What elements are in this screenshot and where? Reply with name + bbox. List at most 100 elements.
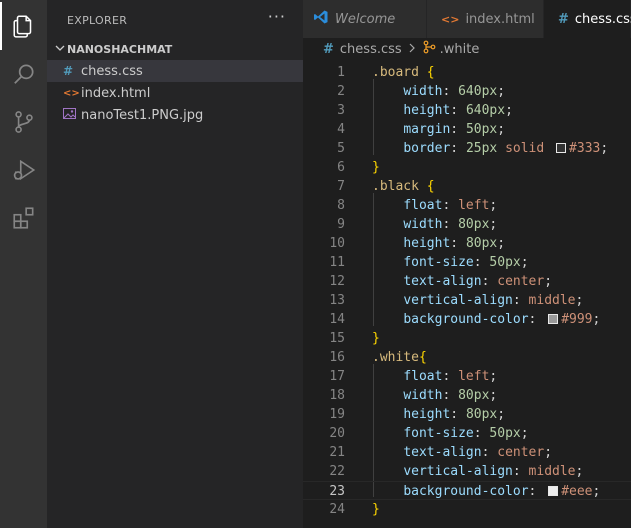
code-line[interactable]: 12 text-align: center; (303, 272, 631, 291)
code-text: vertical-align: middle; (403, 464, 584, 479)
code-line[interactable]: 7 .black { (303, 177, 631, 196)
code-line[interactable]: 15} (303, 329, 631, 348)
code-line[interactable]: 18 width: 80px; (303, 386, 631, 405)
selector-symbol-icon (422, 40, 436, 58)
line-number: 11 (329, 255, 345, 270)
line-number: 18 (329, 388, 345, 403)
code-text: text-align: center; (403, 445, 553, 460)
code-line[interactable]: 19 height: 80px; (303, 405, 631, 424)
line-number: 5 (337, 141, 345, 156)
color-swatch[interactable] (556, 143, 567, 153)
code-line[interactable]: 13 vertical-align: middle; (303, 291, 631, 310)
code-line[interactable]: 3 height: 640px; (303, 101, 631, 120)
code-line[interactable]: 10 height: 80px; (303, 234, 631, 253)
css-file-icon: # (63, 64, 74, 78)
line-number: 21 (329, 445, 345, 460)
css-file-icon: # (558, 11, 569, 27)
code-line[interactable]: 14 background-color: #999; (303, 310, 631, 329)
more-actions-button[interactable]: ··· (268, 7, 286, 26)
code-text: width: 80px; (403, 388, 498, 403)
line-number: 8 (337, 198, 345, 213)
run-debug-icon[interactable] (0, 146, 47, 194)
file-item-index-html[interactable]: <> index.html (47, 82, 303, 104)
explorer-sidebar: EXPLORER ··· NANOSHACHMAT # chess.css <>… (47, 0, 303, 528)
code-line[interactable]: 20 font-size: 50px; (303, 424, 631, 443)
tab-label: Welcome (335, 11, 396, 27)
html-file-icon: <> (441, 12, 460, 26)
tab-label: index.html (465, 11, 535, 27)
code-line[interactable]: 4 margin: 50px; (303, 120, 631, 139)
code-text: text-align: center; (403, 274, 553, 289)
code-line[interactable]: 22 vertical-align: middle; (303, 462, 631, 481)
code-text: background-color: #eee; (403, 484, 601, 499)
code-line[interactable]: 17 float: left; (303, 367, 631, 386)
code-line[interactable]: 8 float: left; (303, 196, 631, 215)
line-number: 19 (329, 407, 345, 422)
code-text: border: 25px solid #333; (403, 141, 609, 156)
search-icon[interactable] (0, 50, 47, 98)
code-text: vertical-align: middle; (403, 293, 584, 308)
image-file-icon (63, 108, 81, 122)
code-line[interactable]: 1 .board { (303, 63, 631, 82)
code-text: .board { (372, 65, 435, 80)
file-name: index.html (81, 85, 151, 101)
code-text: font-size: 50px; (403, 255, 529, 270)
file-name: chess.css (81, 63, 143, 79)
code-text: .white{ (372, 350, 427, 365)
tab-label: chess.css (574, 11, 631, 27)
breadcrumb: # chess.css .white (303, 38, 631, 60)
color-swatch[interactable] (548, 486, 559, 496)
code-text: } (372, 502, 380, 517)
line-number: 12 (329, 274, 345, 289)
line-number: 23 (329, 484, 345, 499)
line-number: 10 (329, 236, 345, 251)
code-text: width: 640px; (403, 84, 506, 99)
code-text: float: left; (403, 198, 498, 213)
tab-chess-css[interactable]: # chess.css (544, 0, 631, 38)
code-editor[interactable]: 1 .board { 2 width: 640px; 3 height: 640px;… (303, 60, 631, 528)
folder-row[interactable]: NANOSHACHMAT (47, 39, 303, 59)
code-line[interactable]: 16 .white{ (303, 348, 631, 367)
code-line[interactable]: 21 text-align: center; (303, 443, 631, 462)
code-line[interactable]: 24} (303, 500, 631, 519)
html-file-icon: <> (63, 87, 80, 99)
line-number: 15 (329, 331, 345, 346)
explorer-icon[interactable] (0, 2, 47, 50)
line-number: 6 (337, 160, 345, 175)
code-text: } (372, 331, 380, 346)
tab-welcome[interactable]: Welcome (303, 0, 427, 38)
code-line[interactable]: 9 width: 80px; (303, 215, 631, 234)
code-text: height: 80px; (403, 407, 506, 422)
code-text: background-color: #999; (403, 312, 601, 327)
line-number: 24 (329, 502, 345, 517)
line-number: 17 (329, 369, 345, 384)
extensions-icon[interactable] (0, 194, 47, 242)
code-text: margin: 50px; (403, 122, 506, 137)
tab-index-html[interactable]: <> index.html (427, 0, 544, 38)
vscode-icon (313, 9, 329, 29)
code-line[interactable]: 2 width: 640px; (303, 82, 631, 101)
code-text: } (372, 160, 380, 175)
breadcrumb-file[interactable]: chess.css (340, 42, 402, 57)
code-text: height: 80px; (403, 236, 506, 251)
file-item-image[interactable]: nanoTest1.PNG.jpg (47, 104, 303, 126)
source-control-icon[interactable] (0, 98, 47, 146)
line-number: 1 (337, 65, 345, 80)
code-line[interactable]: 11 font-size: 50px; (303, 253, 631, 272)
explorer-title: EXPLORER (67, 14, 128, 27)
line-number: 9 (337, 217, 345, 232)
code-line[interactable]: 5 border: 25px solid #333; (303, 139, 631, 158)
file-name: nanoTest1.PNG.jpg (81, 107, 204, 123)
line-number: 14 (329, 312, 345, 327)
folder-name: NANOSHACHMAT (67, 42, 173, 56)
breadcrumb-symbol[interactable]: .white (440, 42, 480, 57)
code-line[interactable]: 23 background-color: #eee; (303, 481, 631, 500)
line-number: 3 (337, 103, 345, 118)
line-number: 7 (337, 179, 345, 194)
code-text: .black { (372, 179, 435, 194)
color-swatch[interactable] (548, 314, 559, 324)
code-line[interactable]: 6} (303, 158, 631, 177)
code-text: width: 80px; (403, 217, 498, 232)
file-item-chess-css[interactable]: # chess.css (47, 60, 303, 82)
code-text: font-size: 50px; (403, 426, 529, 441)
